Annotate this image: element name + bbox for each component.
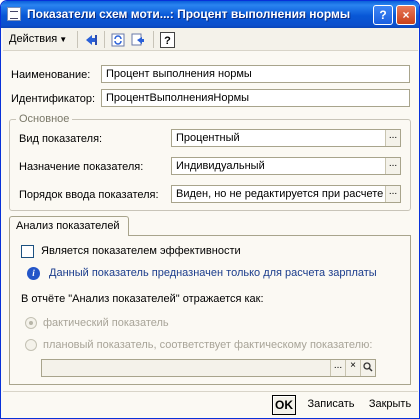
toolbar-separator xyxy=(104,31,105,48)
ok-button[interactable]: OK xyxy=(272,395,296,415)
info-icon: i xyxy=(27,267,40,280)
name-label: Наименование: xyxy=(11,69,91,81)
tab-analysis[interactable]: Анализ показателей xyxy=(9,216,129,236)
radio-planned-label[interactable]: плановый показатель, соответствует факти… xyxy=(43,339,372,351)
purpose-field[interactable]: Индивидуальный ... xyxy=(171,157,401,175)
go-back-button[interactable] xyxy=(83,31,101,49)
search-icon xyxy=(363,362,373,372)
window-icon xyxy=(7,7,21,21)
identifier-field[interactable]: ПроцентВыполненияНормы xyxy=(101,89,410,107)
save-button[interactable]: Записать xyxy=(303,395,359,415)
refresh-icon xyxy=(111,33,125,47)
radio-actual[interactable] xyxy=(25,317,37,329)
navigate-button[interactable] xyxy=(129,31,147,49)
arrow-left-icon xyxy=(86,35,97,45)
purpose-select-button[interactable]: ... xyxy=(385,158,400,174)
group-title: Основное xyxy=(19,113,70,125)
kind-select-button[interactable]: ... xyxy=(385,130,400,146)
planned-search-button[interactable] xyxy=(360,360,375,376)
efficiency-checkbox-label[interactable]: Является показателем эффективности xyxy=(41,245,241,257)
kind-label: Вид показателя: xyxy=(19,133,103,145)
efficiency-checkbox[interactable] xyxy=(21,245,34,258)
button-bar-divider xyxy=(3,391,418,392)
input-order-label: Порядок ввода показателя: xyxy=(19,189,159,201)
planned-indicator-field[interactable]: ... × xyxy=(41,359,376,377)
toolbar-separator xyxy=(77,31,78,48)
planned-select-button[interactable]: ... xyxy=(330,360,345,376)
planned-clear-button[interactable]: × xyxy=(345,360,360,376)
actions-menu-button[interactable]: Действия ▼ xyxy=(9,32,67,47)
input-order-value: Виден, но не редактируется при расчете xyxy=(176,188,384,200)
close-button[interactable]: Закрыть xyxy=(364,395,416,415)
input-order-select-button[interactable]: ... xyxy=(385,186,400,202)
dialog-window: Показатели схем моти...: Процент выполне… xyxy=(0,0,420,419)
help-button[interactable]: ? xyxy=(160,32,175,48)
radio-planned[interactable] xyxy=(25,339,37,351)
actions-menu-label: Действия xyxy=(9,33,58,45)
purpose-value: Индивидуальный xyxy=(176,160,265,172)
report-label: В отчёте "Анализ показателей" отражается… xyxy=(21,293,264,305)
toolbar-separator xyxy=(153,31,154,48)
input-order-field[interactable]: Виден, но не редактируется при расчете .… xyxy=(171,185,401,203)
radio-actual-label[interactable]: фактический показатель xyxy=(43,317,169,329)
kind-value: Процентный xyxy=(176,132,240,144)
name-field[interactable]: Процент выполнения нормы xyxy=(101,65,410,83)
purpose-label: Назначение показателя: xyxy=(19,161,144,173)
dropdown-arrow-icon: ▼ xyxy=(59,35,68,44)
navigate-icon xyxy=(131,33,144,46)
identifier-label: Идентификатор: xyxy=(11,93,96,105)
toolbar: Действия ▼ ? xyxy=(3,28,418,51)
title-close-button[interactable]: × xyxy=(396,5,416,25)
kind-field[interactable]: Процентный ... xyxy=(171,129,401,147)
refresh-button[interactable] xyxy=(109,31,127,49)
title-help-button[interactable]: ? xyxy=(373,5,393,25)
title-bar[interactable]: Показатели схем моти...: Процент выполне… xyxy=(1,1,419,28)
window-title: Показатели схем моти...: Процент выполне… xyxy=(27,7,351,21)
info-text: Данный показатель предназначен только дл… xyxy=(49,267,377,279)
